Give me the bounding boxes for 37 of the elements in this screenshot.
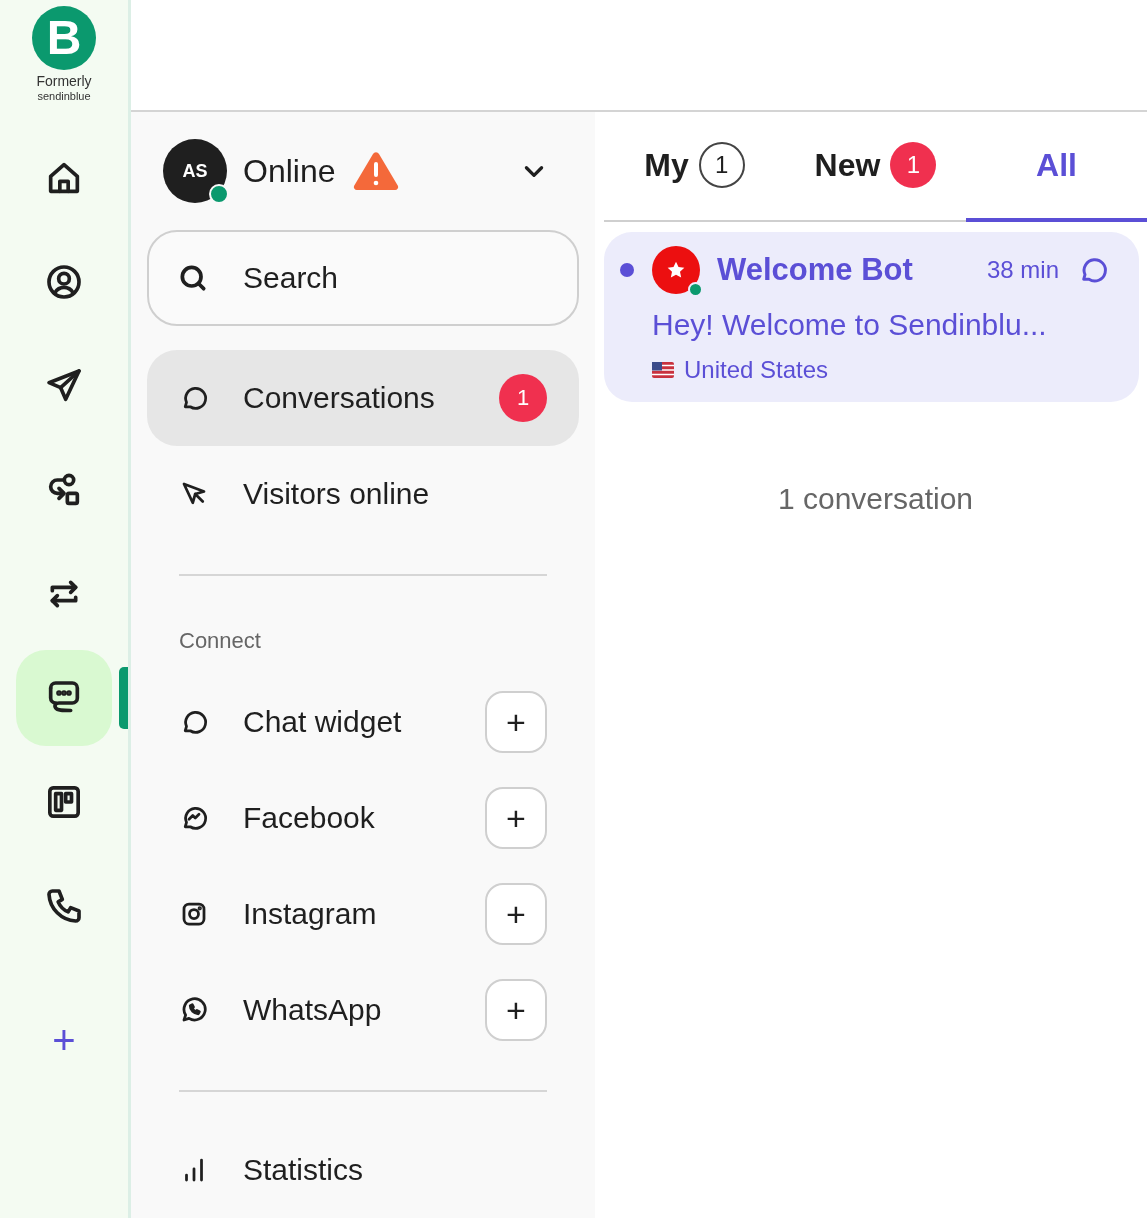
user-avatar[interactable]: AS: [163, 139, 227, 203]
nav-item[interactable]: Conversations 1: [147, 350, 579, 446]
status-label: Online: [243, 152, 336, 190]
user-circle-icon: [44, 262, 84, 302]
search-field[interactable]: Search: [147, 230, 579, 326]
logo-caption: Formerly: [36, 73, 92, 89]
count-badge: 1: [698, 142, 745, 188]
tab[interactable]: New 1: [785, 112, 966, 222]
add-channel-button[interactable]: +: [485, 787, 547, 849]
avatar-initials: AS: [182, 160, 208, 182]
tab[interactable]: My 1: [604, 112, 785, 222]
channel-label: Facebook: [243, 801, 375, 835]
star-icon: [666, 260, 686, 280]
phone-icon: [44, 886, 84, 926]
count-badge: 1: [499, 374, 547, 422]
conversation-count: 1 conversation: [776, 482, 975, 516]
section-heading: Connect: [178, 627, 262, 655]
add-channel-button[interactable]: +: [485, 691, 547, 753]
contact-name: Welcome Bot: [717, 252, 913, 288]
logo-caption: sendinblue: [37, 90, 91, 102]
channel-label: Instagram: [243, 897, 377, 931]
channel-label: Chat widget: [243, 705, 402, 739]
flag-icon: [652, 362, 674, 378]
conversation-card[interactable]: Welcome Bot 38 min Hey! Welcome to Sendinblu... United States: [604, 232, 1139, 402]
channel-label: WhatsApp: [243, 993, 382, 1027]
brand-logo[interactable]: B: [32, 6, 96, 70]
nav-item[interactable]: Visitors online: [147, 446, 579, 542]
add-channel-button[interactable]: +: [485, 979, 547, 1041]
message-time: 38 min: [986, 256, 1059, 284]
tab[interactable]: All: [966, 112, 1147, 222]
add-button[interactable]: +: [52, 1020, 76, 1060]
country-label: United States: [684, 356, 829, 384]
message-preview: Hey! Welcome to Sendinblu...: [652, 308, 1048, 342]
count-badge: 1: [890, 142, 937, 188]
nav-item[interactable]: Statistics: [147, 1122, 579, 1218]
add-channel-button[interactable]: +: [485, 883, 547, 945]
rail-button[interactable]: [16, 650, 112, 746]
